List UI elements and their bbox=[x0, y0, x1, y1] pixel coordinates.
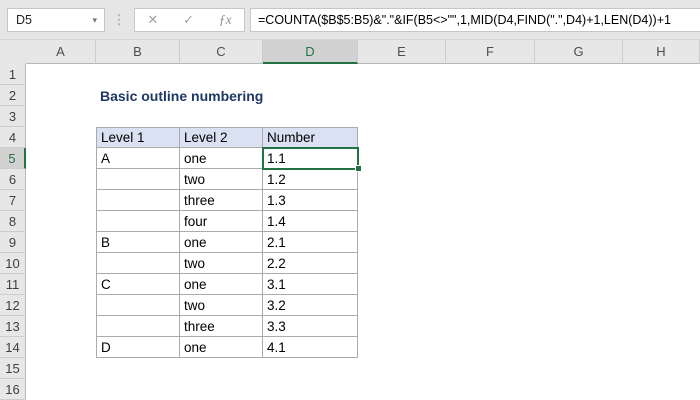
cell-d13[interactable]: 3.3 bbox=[263, 316, 358, 337]
cell-b12[interactable] bbox=[96, 295, 180, 316]
row-header-3[interactable]: 3 bbox=[0, 106, 26, 127]
row-header-4[interactable]: 4 bbox=[0, 127, 26, 148]
cell-c6[interactable]: two bbox=[180, 169, 263, 190]
row-header-13[interactable]: 13 bbox=[0, 316, 26, 337]
cell-c8[interactable]: four bbox=[180, 211, 263, 232]
insert-function-icon[interactable]: ƒx bbox=[219, 12, 232, 28]
sheet-title-cell[interactable]: Basic outline numbering bbox=[100, 85, 263, 106]
row-header-16[interactable]: 16 bbox=[0, 379, 26, 400]
cell-b14[interactable]: D bbox=[96, 337, 180, 358]
column-header-c[interactable]: C bbox=[180, 40, 263, 64]
name-box-value: D5 bbox=[16, 13, 32, 27]
cell-b8[interactable] bbox=[96, 211, 180, 232]
cell-c10[interactable]: two bbox=[180, 253, 263, 274]
column-header-a[interactable]: A bbox=[26, 40, 96, 64]
cell-b11[interactable]: C bbox=[96, 274, 180, 295]
cell-c7[interactable]: three bbox=[180, 190, 263, 211]
cell-c5[interactable]: one bbox=[180, 148, 263, 169]
column-header-e[interactable]: E bbox=[358, 40, 446, 64]
cell-d8[interactable]: 1.4 bbox=[263, 211, 358, 232]
cell-d7[interactable]: 1.3 bbox=[263, 190, 358, 211]
cell-d14[interactable]: 4.1 bbox=[263, 337, 358, 358]
cancel-icon[interactable]: ✕ bbox=[147, 12, 158, 28]
cell-d4[interactable]: Number bbox=[263, 127, 358, 148]
cell-b9[interactable]: B bbox=[96, 232, 180, 253]
row-header-11[interactable]: 11 bbox=[0, 274, 26, 295]
column-header-b[interactable]: B bbox=[96, 40, 180, 64]
cell-c9[interactable]: one bbox=[180, 232, 263, 253]
toolbar-separator-icon: ⋮ bbox=[112, 12, 126, 27]
cell-b13[interactable] bbox=[96, 316, 180, 337]
row-header-2[interactable]: 2 bbox=[0, 85, 26, 106]
formula-input[interactable]: =COUNTA($B$5:B5)&"."&IF(B5<>"",1,MID(D4,… bbox=[250, 8, 700, 32]
cell-d5[interactable]: 1.1 bbox=[263, 148, 358, 169]
cell-d6[interactable]: 1.2 bbox=[263, 169, 358, 190]
column-headers: ABCDEFGH bbox=[0, 40, 700, 64]
cell-d11[interactable]: 3.1 bbox=[263, 274, 358, 295]
formula-text: =COUNTA($B$5:B5)&"."&IF(B5<>"",1,MID(D4,… bbox=[258, 13, 671, 27]
cell-c4[interactable]: Level 2 bbox=[180, 127, 263, 148]
name-box-dropdown-icon[interactable]: ▾ bbox=[92, 15, 97, 25]
row-header-12[interactable]: 12 bbox=[0, 295, 26, 316]
enter-icon[interactable]: ✓ bbox=[183, 12, 194, 28]
cell-c13[interactable]: three bbox=[180, 316, 263, 337]
row-header-7[interactable]: 7 bbox=[0, 190, 26, 211]
column-header-f[interactable]: F bbox=[446, 40, 535, 64]
cell-c14[interactable]: one bbox=[180, 337, 263, 358]
cell-c11[interactable]: one bbox=[180, 274, 263, 295]
row-header-14[interactable]: 14 bbox=[0, 337, 26, 358]
formula-toolbar: D5 ▾ ⋮ ✕ ✓ ƒx =COUNTA($B$5:B5)&"."&IF(B5… bbox=[0, 0, 700, 40]
row-header-5[interactable]: 5 bbox=[0, 148, 26, 169]
cell-b6[interactable] bbox=[96, 169, 180, 190]
cell-b7[interactable] bbox=[96, 190, 180, 211]
cell-d9[interactable]: 2.1 bbox=[263, 232, 358, 253]
fill-handle[interactable] bbox=[355, 165, 362, 172]
cell-b4[interactable]: Level 1 bbox=[96, 127, 180, 148]
column-header-d[interactable]: D bbox=[263, 40, 358, 64]
cell-c12[interactable]: two bbox=[180, 295, 263, 316]
row-headers: 1 2 3 4 5 6 7 8 9 10 11 12 13 14 15 16 bbox=[0, 64, 26, 400]
row-header-15[interactable]: 15 bbox=[0, 358, 26, 379]
column-header-h[interactable]: H bbox=[623, 40, 700, 64]
row-header-10[interactable]: 10 bbox=[0, 253, 26, 274]
row-header-1[interactable]: 1 bbox=[0, 64, 26, 85]
name-box[interactable]: D5 ▾ bbox=[7, 8, 105, 32]
cell-d12[interactable]: 3.2 bbox=[263, 295, 358, 316]
cell-b5[interactable]: A bbox=[96, 148, 180, 169]
cell-b10[interactable] bbox=[96, 253, 180, 274]
column-header-g[interactable]: G bbox=[535, 40, 623, 64]
row-header-9[interactable]: 9 bbox=[0, 232, 26, 253]
row-header-6[interactable]: 6 bbox=[0, 169, 26, 190]
cell-d10[interactable]: 2.2 bbox=[263, 253, 358, 274]
formula-buttons: ✕ ✓ ƒx bbox=[134, 8, 245, 32]
row-header-8[interactable]: 8 bbox=[0, 211, 26, 232]
